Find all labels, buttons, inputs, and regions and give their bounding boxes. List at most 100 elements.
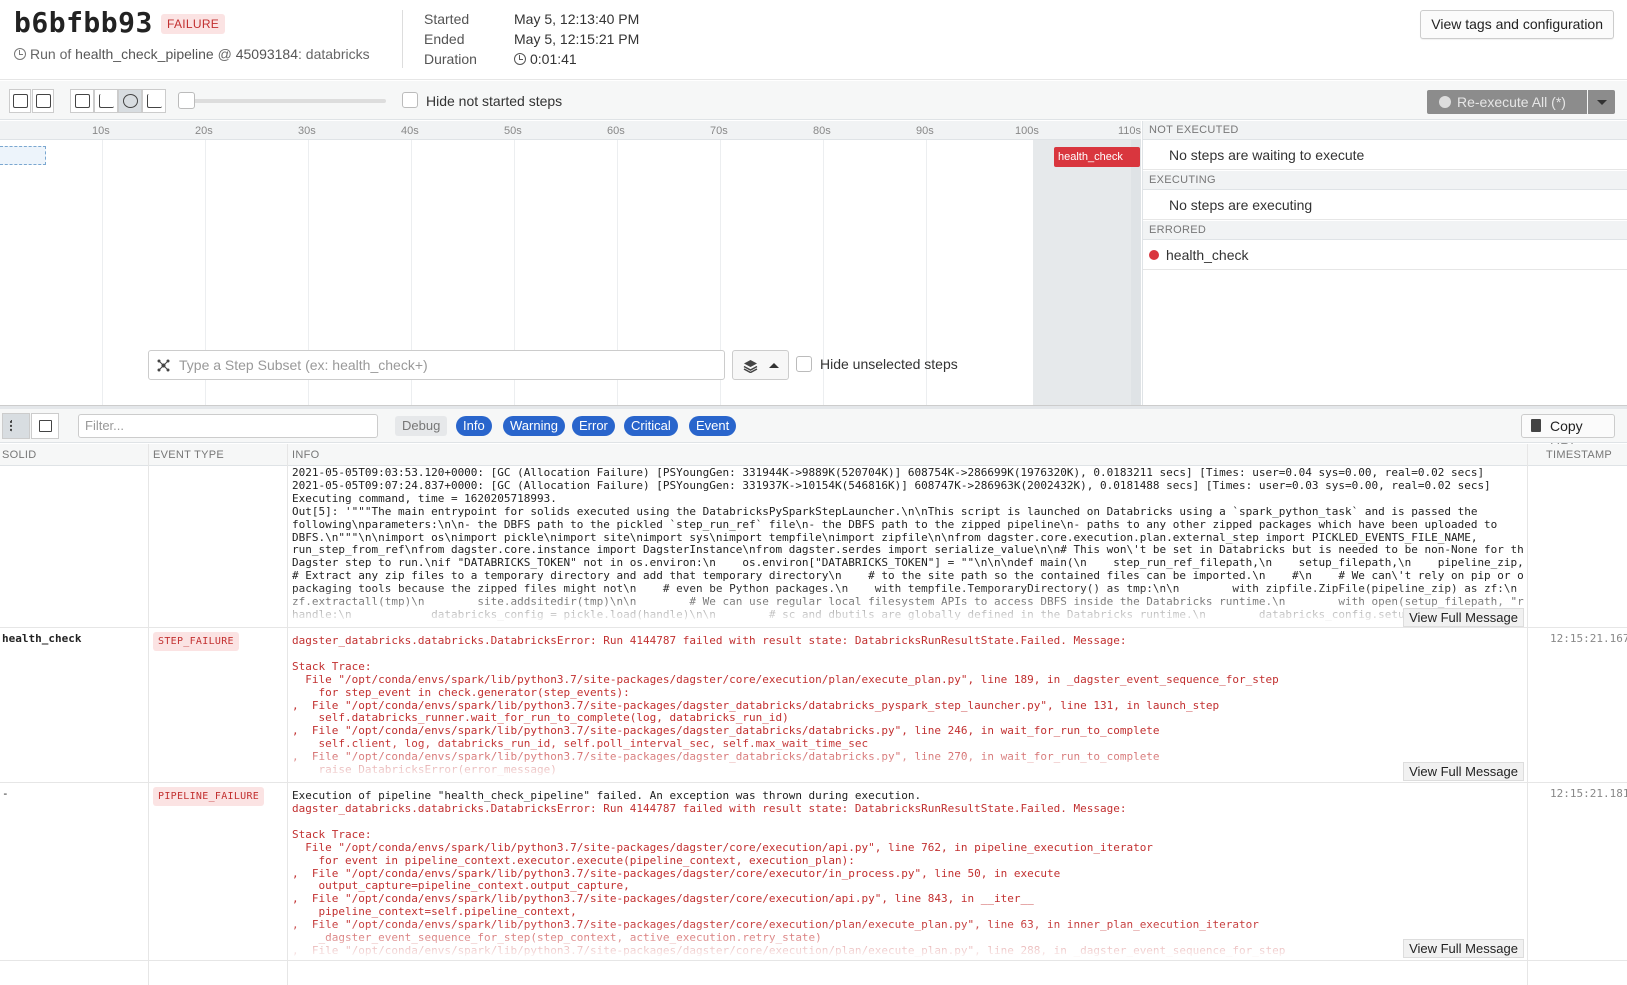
step-bar-health-check[interactable]: health_check [1054, 147, 1140, 167]
reexecute-all-button[interactable]: Re-execute All (*) [1427, 90, 1587, 114]
log-toolbar: Filter... Debug Info Warning Error Criti… [0, 409, 1627, 456]
level-filter-event[interactable]: Event [689, 416, 737, 436]
duration-text: 0:01:41 [530, 51, 577, 67]
gantt-view-button[interactable] [142, 89, 166, 113]
table-row: 2021-05-05T09:03:53.120+0000: [GC (Alloc… [0, 467, 1627, 628]
flat-view-button[interactable] [70, 89, 94, 113]
time-view-button[interactable] [118, 89, 142, 113]
collapse-icon [36, 94, 51, 108]
grid-line [102, 140, 103, 405]
raw-view-button[interactable] [31, 413, 59, 439]
level-filter-warning[interactable]: Warning [503, 416, 565, 436]
clipboard-icon [1531, 419, 1541, 432]
column-header-event-type: EVENT TYPE [153, 449, 225, 461]
errored-header: ERRORED [1143, 221, 1627, 240]
started-label: Started [424, 11, 470, 27]
hide-not-started-checkbox[interactable] [402, 92, 418, 108]
message-fade [292, 742, 1524, 778]
hide-unselected-label: Hide unselected steps [820, 356, 958, 372]
gantt-edge [1131, 140, 1141, 405]
view-full-message-button[interactable]: View Full Message [1403, 939, 1524, 958]
status-badge: FAILURE [161, 14, 226, 34]
waterfall-icon [99, 94, 114, 108]
event-type-badge: STEP_FAILURE [153, 632, 239, 651]
tick-label: 110s [1118, 125, 1141, 137]
tick-label: 80s [813, 125, 831, 137]
run-header: b6bfbb93 FAILURE Run of health_check_pip… [0, 0, 1627, 80]
solid-name: health_check [2, 632, 82, 645]
expand-all-button[interactable] [9, 89, 31, 113]
collapse-all-button[interactable] [32, 89, 54, 113]
copy-url-button[interactable]: Copy URL [1521, 414, 1615, 456]
level-filter-error[interactable]: Error [572, 416, 615, 436]
not-executed-header: NOT EXECUTED [1143, 121, 1627, 140]
header-divider [402, 10, 403, 68]
list-icon [10, 420, 23, 432]
history-icon [14, 48, 26, 60]
table-row: - PIPELINE_FAILURE Execution of pipeline… [0, 783, 1627, 961]
run-of-line: Run of health_check_pipeline @ 45093184:… [14, 46, 370, 62]
event-type-badge: PIPELINE_FAILURE [153, 787, 265, 806]
gantt-icon [147, 94, 162, 108]
expand-icon [13, 94, 28, 108]
failure-region [1033, 140, 1133, 405]
tick-label: 60s [607, 125, 625, 137]
step-status-panel: NOT EXECUTED No steps are waiting to exe… [1142, 121, 1627, 405]
tick-label: 30s [298, 125, 316, 137]
clock-icon [514, 53, 526, 65]
view-full-message-button[interactable]: View Full Message [1403, 608, 1524, 627]
mode-name: databricks [305, 46, 370, 62]
hide-unselected-checkbox[interactable] [796, 356, 812, 372]
tick-label: 50s [504, 125, 522, 137]
reexecute-dropdown-button[interactable] [1588, 90, 1615, 114]
reexecute-label: Re-execute All (*) [1457, 94, 1566, 110]
zoom-slider-handle[interactable] [178, 92, 195, 109]
pipeline-link[interactable]: health_check_pipeline [75, 46, 214, 62]
tick-label: 90s [916, 125, 934, 137]
column-header-timestamp: TIMESTAMP [1546, 449, 1613, 461]
hide-not-started-label: Hide not started steps [426, 93, 563, 109]
ended-label: Ended [424, 31, 465, 47]
waterfall-view-button[interactable] [94, 89, 118, 113]
message-fade [292, 921, 1524, 957]
duration-label: Duration [424, 51, 477, 67]
step-subset-input[interactable]: Type a Step Subset (ex: health_check+) [148, 350, 725, 380]
timestamp: 12:15:21.167 [1550, 632, 1627, 645]
structured-view-button[interactable] [2, 413, 30, 439]
timestamp: 12:15:21.181 [1550, 787, 1627, 800]
layers-icon [743, 360, 758, 373]
colon-separator: : [298, 46, 302, 62]
tick-label: 20s [195, 125, 213, 137]
column-divider [148, 444, 149, 985]
column-header-info: INFO [292, 449, 320, 461]
level-filter-info[interactable]: Info [456, 416, 492, 436]
view-tags-button[interactable]: View tags and configuration [1420, 10, 1614, 39]
level-filter-debug[interactable]: Debug [395, 416, 448, 436]
sidebar-icon [75, 94, 90, 108]
zoom-slider-track[interactable] [186, 99, 386, 103]
subset-placeholder: Type a Step Subset (ex: health_check+) [179, 357, 428, 373]
level-filter-critical[interactable]: Critical [624, 416, 678, 436]
layers-dropdown-button[interactable] [732, 350, 789, 380]
tick-label: 10s [92, 125, 110, 137]
pipeline-start-marker [0, 146, 46, 165]
executing-message: No steps are executing [1143, 190, 1627, 220]
executing-header: EXECUTING [1143, 171, 1627, 190]
ended-value: May 5, 12:15:21 PM [514, 31, 640, 47]
console-icon [39, 420, 52, 432]
clock-icon [123, 94, 138, 108]
errored-step-row[interactable]: health_check [1143, 240, 1627, 270]
log-filter-input[interactable]: Filter... [78, 414, 378, 438]
graph-icon [157, 359, 170, 372]
column-header-solid: SOLID [2, 449, 37, 461]
column-divider [1527, 444, 1528, 985]
tick-label: 100s [1015, 125, 1039, 137]
time-axis: 10s 20s 30s 40s 50s 60s 70s 80s 90s 100s… [0, 121, 1141, 140]
table-row: health_check STEP_FAILURE dagster_databr… [0, 628, 1627, 783]
at-symbol: @ [217, 46, 232, 62]
tick-label: 40s [401, 125, 419, 137]
view-full-message-button[interactable]: View Full Message [1403, 762, 1524, 781]
log-table-header: SOLID EVENT TYPE INFO TIMESTAMP [0, 444, 1627, 466]
run-id: b6bfbb93 [14, 6, 153, 39]
snapshot-link[interactable]: 45093184 [236, 46, 298, 62]
